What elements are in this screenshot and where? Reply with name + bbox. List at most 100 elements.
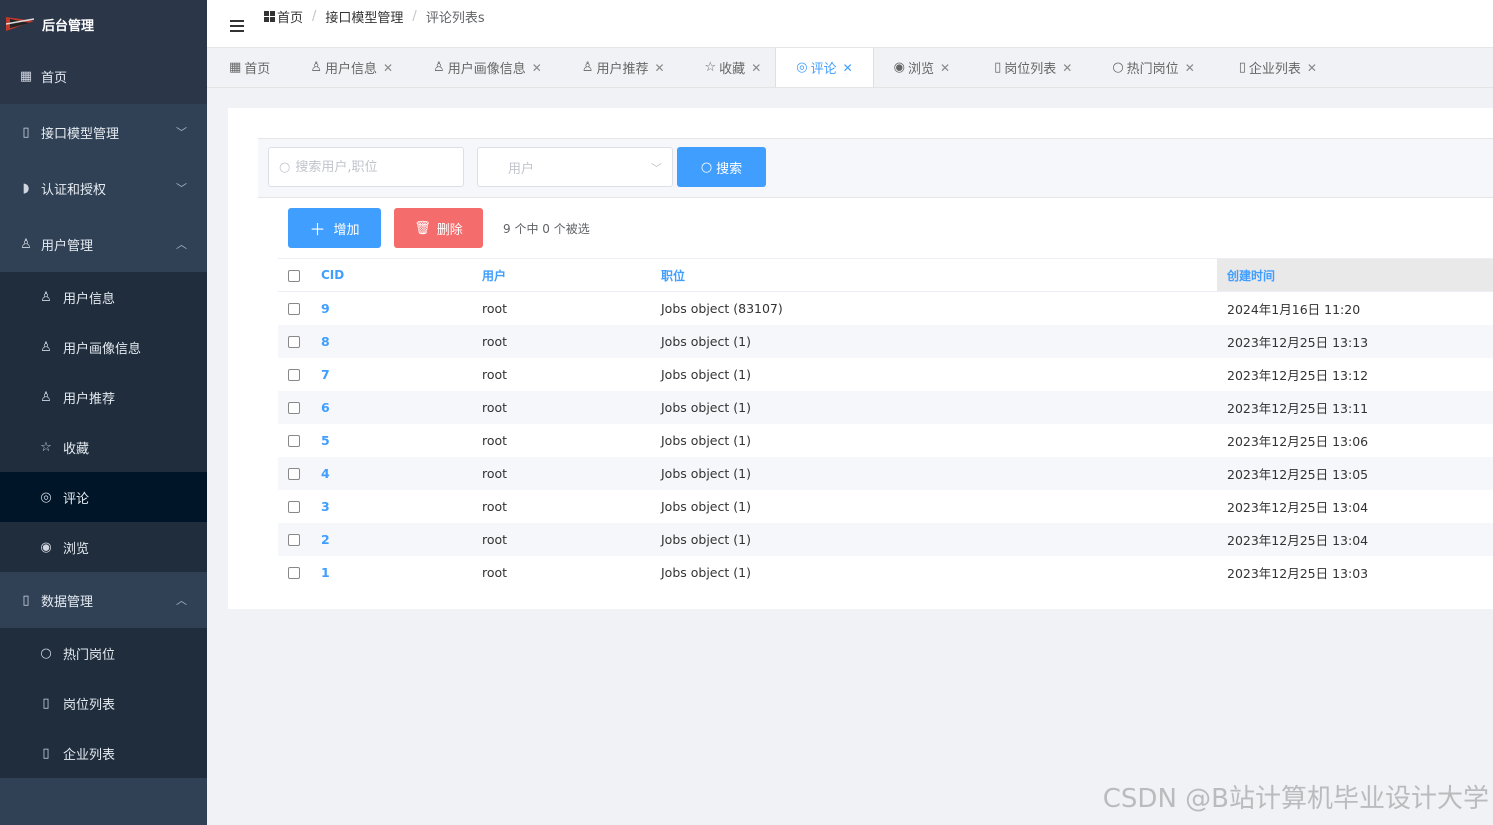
- table-row[interactable]: 6 root Jobs object (1) 2023年12月25日 13:11: [278, 390, 1493, 424]
- user-select[interactable]: 用户 ﹀: [477, 147, 673, 187]
- sidebar-item-user-info[interactable]: ♙ 用户信息: [0, 272, 207, 322]
- sidebar-item-user-management[interactable]: ♙ 用户管理 ︿: [0, 216, 207, 272]
- star-icon: ☆: [704, 60, 717, 75]
- cell-cid[interactable]: 7: [311, 358, 476, 391]
- cell-cid[interactable]: 6: [311, 390, 476, 424]
- row-checkbox[interactable]: [288, 303, 300, 316]
- dashboard-icon: ▦: [19, 68, 33, 84]
- user-icon: ♙: [433, 60, 445, 75]
- breadcrumb: 首页 / 接口模型管理 / 评论列表s: [264, 7, 485, 26]
- table-row[interactable]: 9 root Jobs object (83107) 2024年1月16日 11:20: [278, 292, 1493, 325]
- search-input[interactable]: [295, 159, 446, 175]
- tab-comments[interactable]: ◎ 评论 ✕: [775, 48, 874, 87]
- chat-icon: ◎: [796, 60, 808, 75]
- sidebar-item-favorites[interactable]: ☆ 收藏: [0, 422, 207, 472]
- close-icon[interactable]: ✕: [940, 61, 950, 75]
- tab-user-recommend[interactable]: ♙ 用户推荐 ✕: [556, 48, 679, 87]
- chevron-down-icon: ﹀: [176, 126, 187, 139]
- tab-company-list[interactable]: ▯ 企业列表 ✕: [1209, 48, 1331, 87]
- table-header: CID 用户 职位 创建时间: [278, 258, 1493, 292]
- row-checkbox[interactable]: [288, 468, 300, 480]
- cell-cid[interactable]: 8: [311, 324, 476, 358]
- tab-hot-jobs[interactable]: ○ 热门岗位 ✕: [1086, 48, 1208, 87]
- selection-count: 9 个中 0 个被选: [503, 221, 590, 236]
- row-checkbox[interactable]: [288, 369, 300, 381]
- select-all-checkbox[interactable]: [288, 269, 300, 282]
- delete-button[interactable]: 🗑 删除: [394, 208, 483, 248]
- table-row[interactable]: 4 root Jobs object (1) 2023年12月25日 13:05: [278, 456, 1493, 490]
- close-icon[interactable]: ✕: [751, 61, 761, 75]
- table-row[interactable]: 3 root Jobs object (1) 2023年12月25日 13:04: [278, 490, 1493, 523]
- row-checkbox[interactable]: [288, 336, 300, 348]
- breadcrumb-api-model[interactable]: 接口模型管理: [325, 7, 403, 26]
- table-row[interactable]: 1 root Jobs object (1) 2023年12月25日 13:03: [278, 556, 1493, 589]
- sidebar-item-browse[interactable]: ◉ 浏览: [0, 522, 207, 572]
- user-icon: ♙: [40, 389, 52, 405]
- column-user[interactable]: 用户: [476, 258, 661, 292]
- cell-cid[interactable]: 2: [311, 522, 476, 556]
- close-icon[interactable]: ✕: [383, 61, 393, 75]
- tab-user-info[interactable]: ♙ 用户信息 ✕: [284, 48, 407, 87]
- circle-icon: ○: [1112, 60, 1124, 75]
- tab-browse[interactable]: ◉ 浏览 ✕: [874, 48, 964, 87]
- topbar: 首页 / 接口模型管理 / 评论列表s: [207, 0, 1493, 48]
- eye-icon: ◉: [893, 60, 906, 75]
- table-row[interactable]: 8 root Jobs object (1) 2023年12月25日 13:13: [278, 324, 1493, 358]
- cell-user: root: [476, 390, 661, 424]
- close-icon[interactable]: ✕: [1185, 61, 1195, 75]
- cell-job: Jobs object (1): [661, 390, 1217, 424]
- search-field[interactable]: ○: [268, 147, 464, 187]
- cell-cid[interactable]: 4: [311, 456, 476, 490]
- column-cid[interactable]: CID: [311, 258, 476, 292]
- sidebar-item-user-recommend[interactable]: ♙ 用户推荐: [0, 372, 207, 422]
- row-checkbox[interactable]: [288, 501, 300, 513]
- cell-user: root: [476, 324, 661, 358]
- cell-cid[interactable]: 9: [311, 292, 476, 325]
- tab-job-list[interactable]: ▯ 岗位列表 ✕: [964, 48, 1086, 87]
- close-icon[interactable]: ✕: [843, 61, 853, 75]
- sidebar-item-home[interactable]: ▦ 首页: [0, 48, 207, 104]
- row-checkbox[interactable]: [288, 435, 300, 447]
- table-row[interactable]: 2 root Jobs object (1) 2023年12月25日 13:04: [278, 522, 1493, 556]
- sidebar-item-company-list[interactable]: ▯ 企业列表: [0, 728, 207, 778]
- sidebar-item-api-model[interactable]: ▯ 接口模型管理 ﹀: [0, 104, 207, 160]
- sidebar-item-user-profile[interactable]: ♙ 用户画像信息: [0, 322, 207, 372]
- cell-created-time: 2023年12月25日 13:06: [1227, 433, 1369, 449]
- breadcrumb-current: 评论列表s: [425, 11, 485, 26]
- table-row[interactable]: 5 root Jobs object (1) 2023年12月25日 13:06: [278, 424, 1493, 457]
- logo-icon: [5, 15, 35, 33]
- sidebar-item-hot-jobs[interactable]: ○ 热门岗位: [0, 628, 207, 678]
- sidebar-item-auth[interactable]: ◗ 认证和授权 ﹀: [0, 160, 207, 216]
- column-job[interactable]: 职位: [661, 258, 1217, 292]
- tab-favorites[interactable]: ☆ 收藏 ✕: [679, 48, 776, 87]
- tab-home[interactable]: ▦ 首页: [227, 48, 284, 87]
- row-checkbox[interactable]: [288, 534, 300, 546]
- add-button[interactable]: ＋增加: [288, 208, 381, 248]
- logo[interactable]: 后台管理: [0, 0, 207, 48]
- cell-job: Jobs object (1): [661, 432, 751, 448]
- sidebar-item-comments[interactable]: ◎ 评论: [0, 472, 207, 522]
- close-icon[interactable]: ✕: [1062, 61, 1072, 75]
- close-icon[interactable]: ✕: [1307, 61, 1317, 75]
- user-icon: ♙: [581, 60, 594, 75]
- search-button[interactable]: ○ 搜索: [677, 147, 766, 187]
- shield-icon: ◗: [22, 180, 30, 196]
- row-checkbox[interactable]: [288, 402, 300, 414]
- cell-created-time: 2023年12月25日 13:13: [1217, 324, 1493, 358]
- cell-cid[interactable]: 5: [311, 424, 476, 457]
- sidebar-item-job-list[interactable]: ▯ 岗位列表: [0, 678, 207, 728]
- close-icon[interactable]: ✕: [532, 61, 542, 75]
- row-checkbox[interactable]: [288, 567, 300, 579]
- column-created-time[interactable]: 创建时间: [1217, 258, 1493, 292]
- close-icon[interactable]: ✕: [654, 61, 664, 75]
- table-row[interactable]: 7 root Jobs object (1) 2023年12月25日 13:12: [278, 358, 1493, 391]
- cell-cid[interactable]: 3: [311, 490, 476, 523]
- cell-job: Jobs object (1): [661, 366, 751, 382]
- cell-job: Jobs object (83107): [661, 300, 783, 316]
- breadcrumb-home[interactable]: 首页: [277, 7, 303, 26]
- cell-cid[interactable]: 1: [311, 556, 476, 589]
- tab-user-profile[interactable]: ♙ 用户画像信息 ✕: [407, 48, 556, 87]
- hamburger-icon[interactable]: [230, 19, 244, 32]
- cell-created-time: 2023年12月25日 13:04: [1217, 522, 1493, 556]
- sidebar-item-data-management[interactable]: ▯ 数据管理 ︿: [0, 572, 207, 628]
